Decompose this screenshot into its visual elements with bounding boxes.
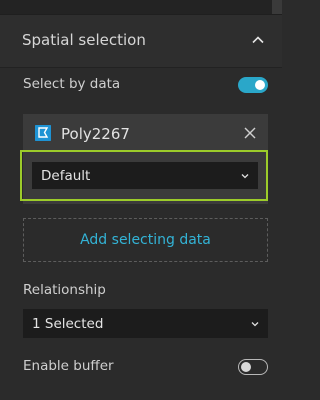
enable-buffer-label: Enable buffer (23, 358, 114, 374)
chevron-down-icon (251, 321, 259, 326)
relationship-label: Relationship (23, 282, 106, 298)
relationship-dropdown[interactable]: 1 Selected (23, 309, 268, 338)
add-selecting-data-button[interactable]: Add selecting data (23, 218, 268, 262)
data-source-name: Poly2267 (61, 125, 130, 143)
enable-buffer-toggle[interactable] (238, 359, 268, 375)
select-by-data-label: Select by data (23, 76, 121, 92)
close-icon[interactable] (244, 127, 256, 139)
polygon-layer-icon (35, 125, 51, 141)
filter-dropdown-value: Default (41, 167, 91, 184)
chevron-up-icon[interactable] (252, 34, 264, 46)
spatial-selection-header[interactable]: Spatial selection (0, 14, 282, 68)
scrollbar-thumb[interactable] (272, 0, 282, 14)
filter-dropdown[interactable]: Default (32, 162, 258, 189)
toggle-knob (241, 361, 251, 372)
top-strip (0, 0, 282, 14)
toggle-knob (255, 80, 265, 90)
relationship-dropdown-value: 1 Selected (32, 315, 104, 332)
chevron-down-icon (241, 173, 249, 178)
select-by-data-toggle[interactable] (238, 77, 268, 93)
panel-title: Spatial selection (22, 31, 146, 49)
